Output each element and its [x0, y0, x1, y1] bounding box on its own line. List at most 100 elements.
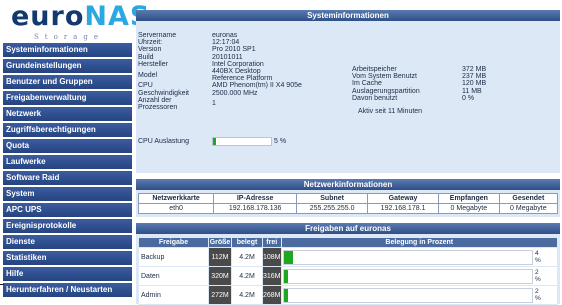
menu-item-software-raid[interactable]: Software Raid — [3, 171, 132, 186]
cell-received: 0 Megabyte — [438, 203, 500, 214]
cpu-usage-fill — [213, 138, 216, 145]
menu-item-netzwerk[interactable]: Netzwerk — [3, 107, 132, 122]
cell-sent: 0 Megabyte — [498, 203, 559, 214]
usage-bar — [282, 268, 533, 284]
cell-gateway: 192.168.178.1 — [367, 203, 440, 214]
col-subnet: Subnet — [296, 193, 369, 204]
menu-item-statistiken[interactable]: Statistiken — [3, 251, 132, 266]
share-usage: 2 % — [280, 266, 559, 286]
menu-item-apc-ups[interactable]: APC UPS — [3, 203, 132, 218]
system-info-panel: Systeminformationen Servername euronas Uh… — [136, 10, 560, 173]
share-used: 4.2M — [231, 266, 263, 286]
menu-item-system[interactable]: System — [3, 187, 132, 202]
info-row-hersteller: Hersteller Intel Corporation — [138, 60, 264, 68]
menu-item-freigabenverwaltung[interactable]: Freigabenverwaltung — [3, 91, 132, 106]
col-frei: frei — [262, 237, 282, 248]
cell-subnet: 255.255.255.0 — [296, 203, 369, 214]
info-row-uhrzeit: Uhrzeit: 12:17:04 — [138, 39, 240, 47]
info-row-davon-benutzt: Davon benutzt 0 % — [352, 94, 475, 102]
sidebar: euroNAS Storage Systeminformationen Grun… — [0, 0, 149, 304]
network-info-title: Netzwerkinformationen — [136, 179, 560, 190]
menu-item-zugriffsberechtigungen[interactable]: Zugriffsberechtigungen — [3, 123, 132, 138]
uptime-text: Aktiv seit 11 Minuten — [358, 108, 423, 116]
col-ip-adresse: IP-Adresse — [213, 193, 298, 204]
divider — [0, 284, 4, 285]
table-row[interactable]: Admin 272M 4.2M 268M 2 % — [138, 285, 559, 305]
euronas-logo[interactable]: euroNAS Storage — [11, 2, 149, 42]
cell-ip: 192.168.178.136 — [213, 203, 298, 214]
usage-bar — [282, 287, 533, 303]
info-row-cache: Im Cache 120 MB — [352, 80, 487, 88]
main-content: Systeminformationen Servername euronas Uh… — [136, 10, 560, 305]
cpu-usage-label: CPU Auslastung — [138, 138, 189, 145]
info-row-arbeitspeicher: Arbeitspeicher 372 MB — [352, 66, 487, 73]
menu-item-dienste[interactable]: Dienste — [3, 235, 132, 250]
menu-item-laufwerke[interactable]: Laufwerke — [3, 155, 132, 170]
logo-subtitle: Storage — [34, 33, 104, 41]
info-row-prozessoren: Anzahl der Prozessoren 1 — [138, 96, 216, 112]
share-free: 316M — [262, 266, 282, 286]
network-table-header: Netzwerkkarte IP-Adresse Subnet Gateway … — [137, 193, 559, 204]
usage-percent: 4 % — [535, 250, 541, 264]
menu-item-ereignisprotokolle[interactable]: Ereignisprotokolle — [3, 219, 132, 234]
menu-item-grundeinstellungen[interactable]: Grundeinstellungen — [3, 59, 132, 74]
usage-fill — [283, 288, 289, 302]
menu-item-benutzer-und-gruppen[interactable]: Benutzer und Gruppen — [3, 75, 132, 90]
info-row-version: Version Pro 2010 SP1 — [138, 46, 256, 54]
uptime-row: Aktiv seit 11 Minuten — [352, 108, 522, 115]
info-row-auslagerung: Auslagerungspartition 11 MB — [352, 87, 482, 95]
info-row-geschwindigkeit: Geschwindigkeit 2500.000 MHz — [138, 89, 258, 97]
share-free: 108M — [262, 247, 282, 267]
memory-details: Arbeitspeicher 372 MB Vom System Benutzt 2… — [352, 66, 522, 115]
share-free: 268M — [262, 285, 282, 305]
menu-item-herunterfahren[interactable]: Herunterfahren / Neustarten — [3, 283, 132, 298]
share-name[interactable]: Backup — [138, 247, 209, 267]
usage-fill — [283, 250, 294, 264]
table-row: eth0 192.168.178.136 255.255.255.0 192.1… — [137, 203, 559, 214]
col-gesendet: Gesendet — [498, 193, 559, 204]
info-row-servername: Servername euronas — [138, 32, 238, 39]
share-size: 272M — [208, 285, 232, 305]
menu-item-hilfe[interactable]: Hilfe — [3, 267, 132, 282]
usage-percent: 2 % — [535, 269, 541, 283]
share-usage: 2 % — [280, 285, 559, 305]
menu-item-quota[interactable]: Quota — [3, 139, 132, 154]
info-row-model: Model 440BX Desktop Reference Platform — [138, 68, 273, 83]
table-row[interactable]: Daten 320M 4.2M 316M 2 % — [138, 266, 559, 286]
info-row-cpu: CPU AMD Phenom(tm) II X4 905e — [138, 82, 302, 90]
col-groesse: Größe — [208, 237, 232, 248]
cell-interface: eth0 — [137, 203, 215, 214]
cpu-usage-row: CPU Auslastung 5 % — [138, 137, 286, 146]
col-netzwerkkarte: Netzwerkkarte — [137, 193, 215, 204]
system-details: Servername euronas Uhrzeit: 12:17:04 Versi… — [138, 32, 352, 111]
shares-table-header: Freigabe Größe belegt frei Belegung in P… — [138, 237, 559, 248]
shares-table: Freigabe Größe belegt frei Belegung in P… — [138, 237, 559, 305]
menu-item-systeminformationen[interactable]: Systeminformationen — [3, 43, 132, 57]
system-info-title: Systeminformationen — [136, 10, 560, 21]
col-belegung: Belegung in Prozent — [280, 237, 559, 248]
usage-bar — [282, 249, 533, 265]
shares-title: Freigaben auf euronas — [136, 223, 560, 234]
logo-text: euroNAS — [11, 1, 151, 32]
share-used: 4.2M — [231, 247, 263, 267]
col-belegt: belegt — [231, 237, 263, 248]
share-size: 320M — [208, 266, 232, 286]
cpu-usage-percent: 5 % — [274, 138, 287, 145]
network-table: Netzwerkkarte IP-Adresse Subnet Gateway … — [137, 193, 559, 214]
info-row-system-benutzt: Vom System Benutzt 237 MB — [352, 73, 487, 81]
main-menu: Systeminformationen Grundeinstellungen B… — [3, 43, 132, 299]
share-used: 4.2M — [231, 285, 263, 305]
col-gateway: Gateway — [367, 193, 440, 204]
share-name[interactable]: Admin — [138, 285, 209, 305]
share-size: 112M — [208, 247, 232, 267]
share-usage: 4 % — [280, 247, 559, 267]
usage-fill — [283, 269, 289, 283]
shares-panel: Freigaben auf euronas Freigabe Größe bel… — [136, 223, 560, 305]
table-row[interactable]: Backup 112M 4.2M 108M 4 % — [138, 247, 559, 267]
col-freigabe: Freigabe — [138, 237, 209, 248]
share-name[interactable]: Daten — [138, 266, 209, 286]
usage-percent: 2 % — [535, 288, 541, 302]
network-info-panel: Netzwerkinformationen Netzwerkkarte IP-A… — [136, 179, 560, 217]
col-empfangen: Empfangen — [438, 193, 500, 204]
info-row-build: Build 20101011 — [138, 53, 243, 61]
